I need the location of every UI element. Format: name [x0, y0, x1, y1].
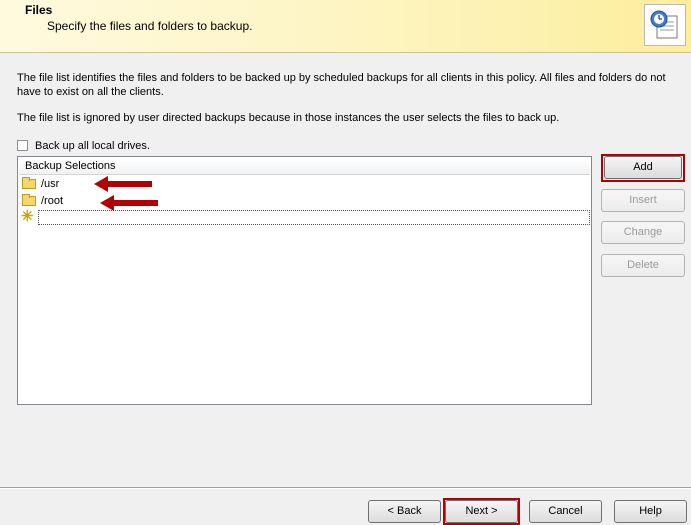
- cancel-button[interactable]: Cancel: [529, 500, 602, 523]
- column-header-backup-selections[interactable]: Backup Selections: [19, 158, 590, 175]
- next-button[interactable]: Next >: [445, 500, 518, 523]
- back-button[interactable]: < Back: [368, 500, 441, 523]
- add-button[interactable]: Add: [604, 156, 682, 179]
- file-list-description: The file list identifies the files and f…: [17, 72, 666, 98]
- insert-button[interactable]: Insert: [601, 189, 685, 212]
- folder-icon: [22, 177, 36, 189]
- column-header-label: Backup Selections: [25, 160, 116, 172]
- list-item-name: /usr: [41, 178, 60, 190]
- delete-button[interactable]: Delete: [601, 254, 685, 277]
- annotation-arrow-root: [100, 195, 158, 211]
- annotation-arrow-usr: [94, 176, 152, 192]
- wizard-header: Files Specify the files and folders to b…: [0, 0, 691, 53]
- new-item-star-icon: ✳: [21, 208, 34, 225]
- backup-selections-list[interactable]: Backup Selections /usr /root ✳: [17, 156, 592, 405]
- page-title: Files: [25, 3, 53, 17]
- user-directed-note: The file list is ignored by user directe…: [17, 112, 560, 124]
- folder-icon: [22, 194, 36, 206]
- change-button[interactable]: Change: [601, 221, 685, 244]
- backup-all-drives-checkbox[interactable]: [17, 140, 28, 151]
- backup-all-drives-label[interactable]: Back up all local drives.: [35, 140, 150, 152]
- backup-selections-icon: [644, 4, 686, 46]
- new-item-row[interactable]: ✳: [19, 208, 590, 226]
- list-item-name: /root: [41, 195, 64, 207]
- page-subtitle: Specify the files and folders to backup.: [47, 19, 253, 33]
- new-item-input[interactable]: [38, 210, 590, 225]
- footer-divider-highlight: [0, 488, 691, 489]
- help-button[interactable]: Help: [614, 500, 687, 523]
